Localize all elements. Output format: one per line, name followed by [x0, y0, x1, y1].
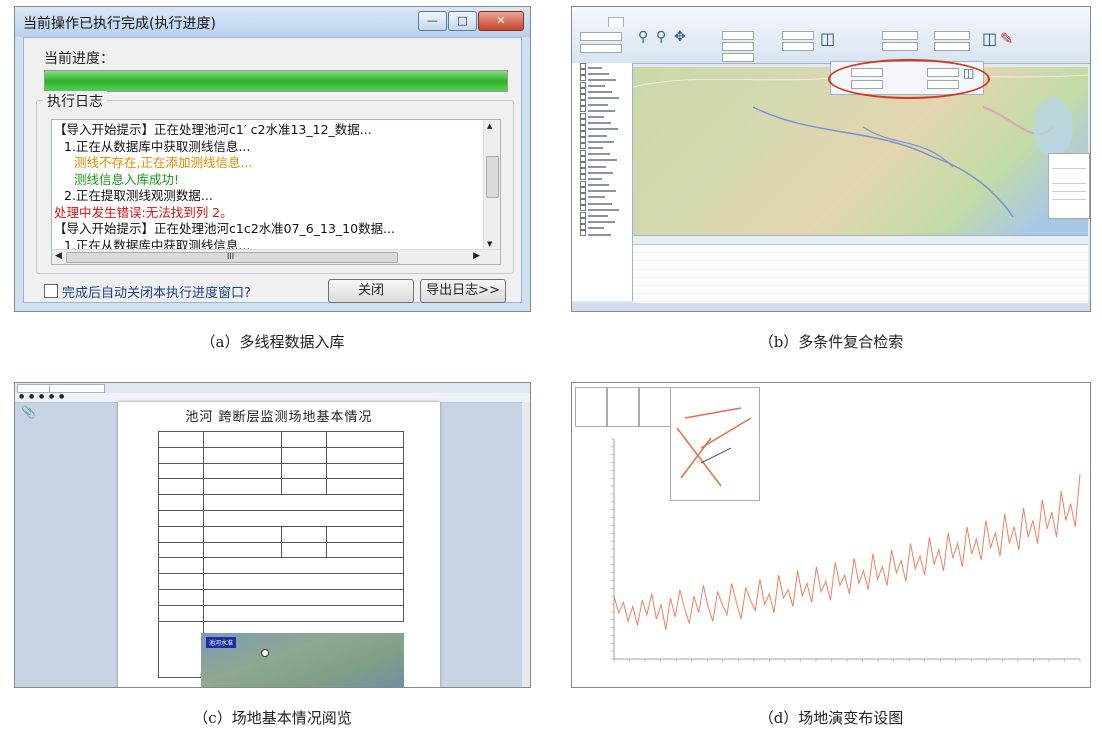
export-log-button[interactable]: 导出日志>> — [420, 279, 506, 303]
pan-icon[interactable]: ✥ — [674, 29, 686, 45]
log-textbox[interactable]: 【导入开始提示】正在处理池河c1′ c2水准13_12_数据... 1.正在从数据… — [51, 119, 501, 265]
window-titlebar[interactable]: 当前操作已执行完成(执行进度) — □ ✕ — [15, 7, 530, 37]
result-grid[interactable] — [633, 235, 1088, 311]
table-row[interactable] — [633, 261, 1088, 270]
caption-b: （b）多条件复合检索 — [758, 333, 904, 351]
auto-close-checkbox[interactable] — [44, 284, 58, 298]
site-evolution-chart — [571, 382, 1091, 688]
progress-fill — [45, 71, 507, 91]
ribbon-toolbar: ⚲ ⚲ ✥ ◫ ◫ ✎ — [572, 7, 1090, 64]
window-client: 当前进度： 执行日志 【导入开始提示】正在处理池河c1′ c2水准13_12_数… — [23, 37, 522, 303]
close-icon[interactable]: ✕ — [478, 11, 524, 31]
timeseries-svg — [611, 438, 1081, 662]
hscroll-thumb[interactable]: III — [66, 252, 398, 263]
zoom-in-icon[interactable]: ● — [49, 393, 54, 400]
zoom-out-icon[interactable]: ● — [59, 393, 64, 400]
print-icon[interactable]: ● — [29, 393, 34, 400]
hscroll-grip: III — [227, 252, 235, 261]
site-map-label: 池河水准 — [206, 637, 237, 648]
ribbon-input[interactable] — [722, 53, 754, 62]
document-tabs — [15, 383, 530, 393]
refresh-icon[interactable]: ● — [39, 393, 44, 400]
layer-tree — [572, 63, 633, 301]
minimize-icon[interactable]: — — [418, 11, 447, 31]
ribbon-input[interactable] — [782, 42, 814, 51]
eraser-icon[interactable]: ✎ — [1000, 29, 1013, 48]
ribbon-input[interactable] — [722, 42, 754, 51]
log-line: 测线信息入库成功! — [74, 171, 180, 187]
table-row[interactable] — [633, 270, 1088, 278]
progress-window: 当前操作已执行完成(执行进度) — □ ✕ 当前进度： 执行日志 【导入开始提示… — [14, 6, 531, 312]
site-info-viewer: ● ● ● ● ● 📎 池河 跨断层监测场地基本情况 池河水准 — [14, 382, 531, 688]
caption-c: （c）场地基本情况阅览 — [193, 709, 352, 727]
log-line: 处理中发生错误:无法找到列 2。 — [54, 204, 233, 220]
binoculars-icon[interactable]: ◫ — [820, 29, 835, 48]
highlight-ellipse — [828, 59, 990, 99]
site-marker-icon — [261, 649, 269, 657]
progress-bar — [44, 70, 508, 92]
log-lines: 【导入开始提示】正在处理池河c1′ c2水准13_12_数据... 1.正在从数据… — [54, 122, 482, 264]
ribbon-input[interactable] — [722, 31, 754, 40]
ribbon-input[interactable] — [580, 44, 622, 53]
chart-axes — [613, 439, 1080, 660]
scroll-right-icon[interactable]: ▶ — [473, 251, 480, 261]
grid-header — [633, 236, 1088, 245]
document-title: 池河 跨断层监测场地基本情况 — [185, 410, 373, 425]
ribbon-tab-active[interactable] — [607, 17, 624, 27]
window-title: 当前操作已执行完成(执行进度) — [23, 16, 216, 32]
log-line: 【导入开始提示】正在处理池河c1c2水准07_6_13_10数据... — [54, 221, 395, 236]
auto-close-label: 完成后自动关闭本执行进度窗口? — [62, 286, 251, 301]
horizontal-scrollbar[interactable]: ◀ III ▶ — [52, 249, 500, 264]
status-bar — [572, 303, 1090, 311]
ribbon-input[interactable] — [934, 31, 970, 40]
ribbon-input[interactable] — [882, 31, 918, 40]
ribbon-input[interactable] — [882, 42, 918, 51]
doc-tab[interactable] — [17, 384, 53, 393]
scroll-down-icon[interactable]: ▼ — [487, 240, 492, 248]
caption-d: （d）场地演变布设图 — [758, 709, 904, 727]
series-line — [613, 474, 1081, 630]
doc-tab-active[interactable] — [49, 384, 105, 393]
log-group: 执行日志 【导入开始提示】正在处理池河c1′ c2水准13_12_数据... 1.… — [36, 91, 514, 274]
document-scrollbar[interactable] — [522, 402, 530, 687]
table-row[interactable] — [633, 278, 1088, 286]
scroll-left-icon[interactable]: ◀ — [55, 251, 62, 261]
map-legend — [1048, 153, 1090, 219]
log-line: 【导入开始提示】正在处理池河c1′ c2水准13_12_数据... — [54, 122, 372, 137]
close-button[interactable]: 关闭 — [328, 279, 414, 303]
search-icon[interactable]: ⚲ — [638, 29, 648, 45]
ribbon-tabs — [576, 17, 626, 27]
ribbon-tab[interactable] — [576, 17, 590, 27]
ribbon-tab[interactable] — [592, 17, 606, 27]
table-row[interactable] — [633, 253, 1088, 262]
ribbon-input[interactable] — [782, 31, 814, 40]
table-row[interactable] — [633, 286, 1088, 295]
scroll-thumb[interactable] — [486, 156, 499, 198]
vertical-scrollbar[interactable]: ▲ ▼ — [483, 120, 500, 250]
zoom-icon[interactable]: ⚲ — [656, 29, 666, 45]
maximize-icon[interactable]: □ — [448, 11, 477, 31]
site-map-image: 池河水准 — [201, 633, 404, 687]
document-page: 池河 跨断层监测场地基本情况 池河水准 — [118, 402, 440, 687]
paperclip-icon: 📎 — [21, 405, 36, 419]
tree-item[interactable] — [572, 230, 632, 237]
ribbon-input[interactable] — [934, 42, 970, 51]
log-group-label: 执行日志 — [43, 91, 107, 111]
table-row[interactable] — [633, 294, 1088, 303]
log-line: 测线不存在,正在添加测线信息... — [74, 155, 253, 170]
log-line: 2.正在提取测线观测数据... — [64, 188, 213, 203]
gis-search-app: ⚲ ⚲ ✥ ◫ ◫ ✎ ◫ — [571, 6, 1091, 312]
save-icon[interactable]: ● — [19, 393, 24, 400]
scroll-up-icon[interactable]: ▲ — [487, 122, 492, 130]
caption-a: （a）多线程数据入库 — [200, 333, 345, 351]
ribbon-input[interactable] — [580, 32, 622, 41]
binoculars-icon[interactable]: ◫ — [982, 29, 997, 48]
log-line: 1.正在从数据库中获取测线信息... — [64, 138, 251, 154]
progress-label: 当前进度： — [44, 51, 114, 67]
table-row[interactable] — [633, 245, 1088, 254]
